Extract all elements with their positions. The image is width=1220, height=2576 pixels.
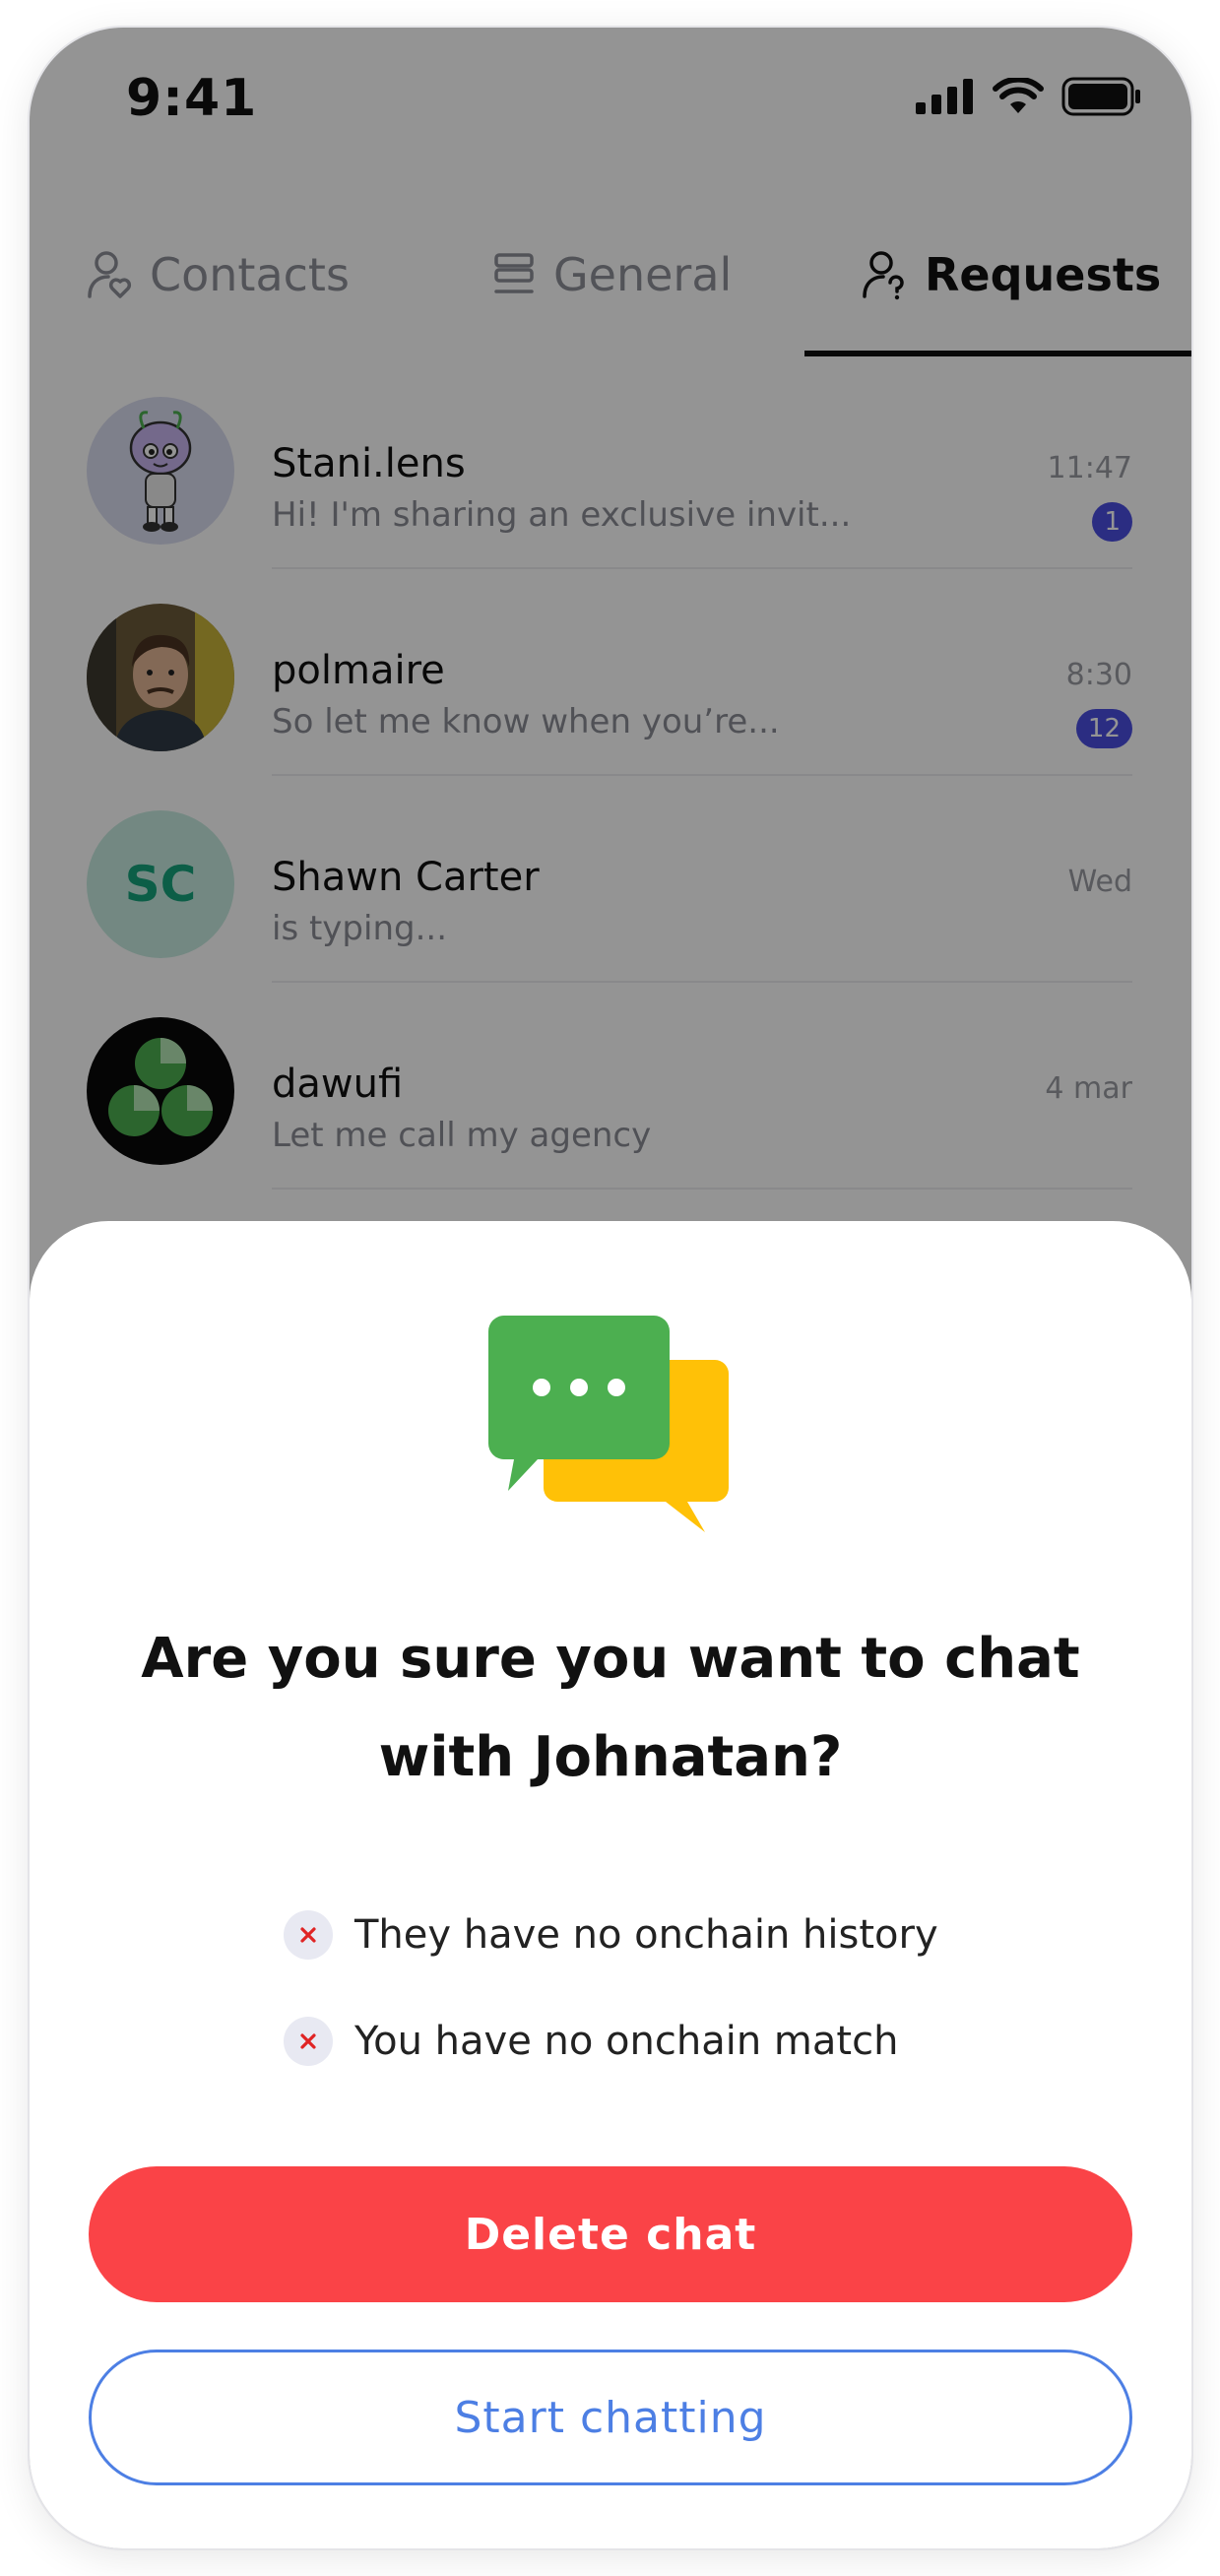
- confirm-chat-sheet: Are you sure you want to chat with Johna…: [30, 1221, 1191, 2548]
- delete-chat-button[interactable]: Delete chat: [89, 2166, 1132, 2302]
- x-mark-icon: [284, 1910, 333, 1960]
- phone-screen: 9:41 Contacts General Requests Stani.len…: [30, 28, 1191, 2548]
- sheet-title: Are you sure you want to chat with Johna…: [98, 1610, 1123, 1807]
- reason-text: They have no onchain history: [354, 1912, 938, 1958]
- reason-item: You have no onchain match: [284, 2017, 898, 2066]
- chat-bubbles-icon: [488, 1316, 729, 1532]
- reason-text: You have no onchain match: [354, 2019, 899, 2064]
- sheet-title-line-1: Are you sure you want to chat: [141, 1627, 1080, 1691]
- sheet-title-line-2: with Johnatan?: [378, 1725, 843, 1789]
- start-chatting-button[interactable]: Start chatting: [89, 2350, 1132, 2485]
- x-mark-icon: [284, 2017, 333, 2066]
- reason-item: They have no onchain history: [284, 1910, 938, 1960]
